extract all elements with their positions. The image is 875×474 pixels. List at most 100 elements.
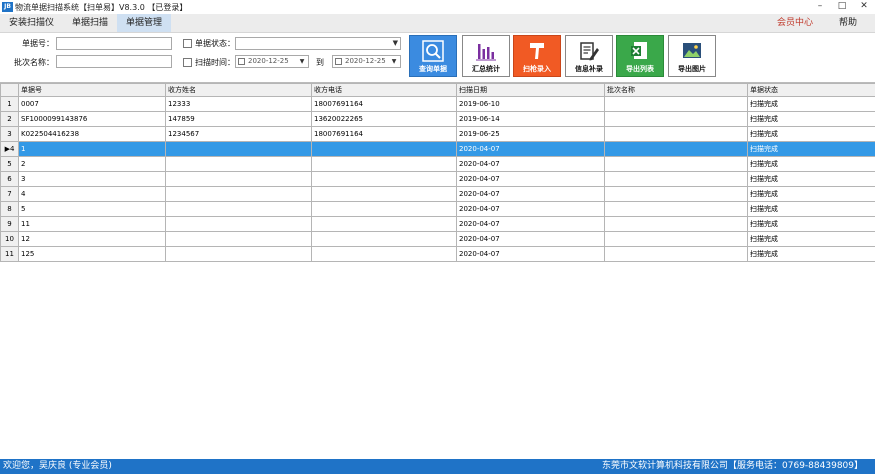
menu-bill-management[interactable]: 单据管理 (117, 14, 172, 32)
export-image-button[interactable]: 导出图片 (668, 35, 716, 77)
cell-bill-status[interactable]: 扫描完成 (747, 186, 875, 202)
bill-status-select[interactable]: ▼ (235, 37, 401, 50)
cell-bill-no[interactable]: 11 (18, 216, 166, 232)
date-to-picker[interactable]: 2020-12-25 ▼ (332, 55, 401, 68)
cell-receiver-name[interactable] (165, 141, 312, 157)
table-row-selected[interactable]: ▶4 1 2020-04-07 扫描完成 (0, 141, 875, 157)
cell-bill-status[interactable]: 扫描完成 (747, 156, 875, 172)
date-from-checkbox[interactable] (238, 58, 245, 65)
cell-scan-date[interactable]: 2019-06-25 (456, 126, 605, 142)
cell-batch-name[interactable] (604, 156, 748, 172)
col-receiver-name[interactable]: 收方姓名 (165, 83, 312, 97)
cell-bill-no[interactable]: 2 (18, 156, 166, 172)
cell-bill-status[interactable]: 扫描完成 (747, 141, 875, 157)
cell-bill-no[interactable]: 125 (18, 246, 166, 262)
help-link[interactable]: 帮助 (839, 14, 875, 33)
table-row[interactable]: 7 4 2020-04-07 扫描完成 (0, 186, 875, 202)
scan-time-checkbox[interactable] (183, 58, 192, 67)
scan-gun-input-button[interactable]: 扫枪录入 (513, 35, 561, 77)
cell-batch-name[interactable] (604, 141, 748, 157)
cell-receiver-name[interactable] (165, 201, 312, 217)
cell-receiver-phone[interactable]: 18007691164 (311, 126, 457, 142)
cell-receiver-phone[interactable] (311, 216, 457, 232)
cell-bill-no[interactable]: SF1000099143876 (18, 111, 166, 127)
query-bills-button[interactable]: 查询单据 (409, 35, 457, 77)
cell-scan-date[interactable]: 2020-04-07 (456, 171, 605, 187)
cell-bill-no[interactable]: 1 (18, 141, 166, 157)
cell-bill-status[interactable]: 扫描完成 (747, 216, 875, 232)
cell-receiver-phone[interactable]: 13620022265 (311, 111, 457, 127)
cell-bill-status[interactable]: 扫描完成 (747, 171, 875, 187)
cell-receiver-name[interactable] (165, 171, 312, 187)
cell-bill-status[interactable]: 扫描完成 (747, 126, 875, 142)
cell-batch-name[interactable] (604, 126, 748, 142)
cell-bill-no[interactable]: 5 (18, 201, 166, 217)
date-from-picker[interactable]: 2020-12-25 ▼ (235, 55, 309, 68)
cell-scan-date[interactable]: 2020-04-07 (456, 201, 605, 217)
export-list-button[interactable]: 导出列表 (616, 35, 664, 77)
cell-scan-date[interactable]: 2020-04-07 (456, 246, 605, 262)
cell-bill-status[interactable]: 扫描完成 (747, 231, 875, 247)
table-row[interactable]: 8 5 2020-04-07 扫描完成 (0, 201, 875, 217)
info-supplement-button[interactable]: 信息补录 (565, 35, 613, 77)
batch-name-input[interactable] (56, 55, 172, 68)
cell-bill-no[interactable]: 0007 (18, 96, 166, 112)
cell-batch-name[interactable] (604, 111, 748, 127)
cell-scan-date[interactable]: 2020-04-07 (456, 231, 605, 247)
cell-receiver-name[interactable] (165, 186, 312, 202)
cell-receiver-phone[interactable] (311, 186, 457, 202)
cell-receiver-name[interactable] (165, 216, 312, 232)
cell-receiver-phone[interactable] (311, 231, 457, 247)
cell-receiver-name[interactable] (165, 231, 312, 247)
col-receiver-phone[interactable]: 收方电话 (311, 83, 457, 97)
calendar-dropdown-icon[interactable]: ▼ (389, 57, 399, 66)
col-bill-status[interactable]: 单据状态 (747, 83, 875, 97)
cell-receiver-name[interactable] (165, 156, 312, 172)
table-row[interactable]: 11 125 2020-04-07 扫描完成 (0, 246, 875, 262)
cell-batch-name[interactable] (604, 171, 748, 187)
cell-scan-date[interactable]: 2020-04-07 (456, 216, 605, 232)
cell-bill-no[interactable]: 12 (18, 231, 166, 247)
col-batch-name[interactable]: 批次名称 (604, 83, 748, 97)
cell-receiver-phone[interactable] (311, 246, 457, 262)
member-center-link[interactable]: 会员中心 (777, 14, 839, 33)
col-scan-date[interactable]: 扫描日期 (456, 83, 605, 97)
maximize-button[interactable]: □ (831, 0, 853, 14)
date-to-checkbox[interactable] (335, 58, 342, 65)
cell-receiver-phone[interactable] (311, 141, 457, 157)
cell-receiver-phone[interactable] (311, 201, 457, 217)
cell-receiver-name[interactable]: 1234567 (165, 126, 312, 142)
cell-batch-name[interactable] (604, 186, 748, 202)
table-row[interactable]: 3 K022504416238 1234567 18007691164 2019… (0, 126, 875, 142)
cell-bill-no[interactable]: 4 (18, 186, 166, 202)
bill-status-checkbox[interactable] (183, 39, 192, 48)
cell-receiver-name[interactable]: 12333 (165, 96, 312, 112)
table-row[interactable]: 1 0007 12333 18007691164 2019-06-10 扫描完成 (0, 96, 875, 112)
cell-receiver-phone[interactable] (311, 171, 457, 187)
table-row[interactable]: 9 11 2020-04-07 扫描完成 (0, 216, 875, 232)
cell-scan-date[interactable]: 2020-04-07 (456, 156, 605, 172)
table-row[interactable]: 5 2 2020-04-07 扫描完成 (0, 156, 875, 172)
minimize-button[interactable]: – (809, 0, 831, 14)
cell-bill-status[interactable]: 扫描完成 (747, 96, 875, 112)
table-row[interactable]: 10 12 2020-04-07 扫描完成 (0, 231, 875, 247)
menu-bill-scan[interactable]: 单据扫描 (63, 14, 117, 32)
cell-receiver-name[interactable] (165, 246, 312, 262)
cell-batch-name[interactable] (604, 216, 748, 232)
cell-bill-status[interactable]: 扫描完成 (747, 111, 875, 127)
cell-bill-status[interactable]: 扫描完成 (747, 201, 875, 217)
cell-scan-date[interactable]: 2020-04-07 (456, 141, 605, 157)
cell-scan-date[interactable]: 2019-06-14 (456, 111, 605, 127)
cell-bill-no[interactable]: K022504416238 (18, 126, 166, 142)
col-bill-no[interactable]: 单据号 (18, 83, 166, 97)
cell-bill-status[interactable]: 扫描完成 (747, 246, 875, 262)
table-row[interactable]: 6 3 2020-04-07 扫描完成 (0, 171, 875, 187)
cell-receiver-phone[interactable] (311, 156, 457, 172)
summary-stats-button[interactable]: 汇总统计 (462, 35, 510, 77)
cell-scan-date[interactable]: 2020-04-07 (456, 186, 605, 202)
cell-receiver-name[interactable]: 147859 (165, 111, 312, 127)
menu-install-scanner[interactable]: 安装扫描仪 (0, 14, 63, 32)
cell-batch-name[interactable] (604, 201, 748, 217)
table-row[interactable]: 2 SF1000099143876 147859 13620022265 201… (0, 111, 875, 127)
cell-bill-no[interactable]: 3 (18, 171, 166, 187)
